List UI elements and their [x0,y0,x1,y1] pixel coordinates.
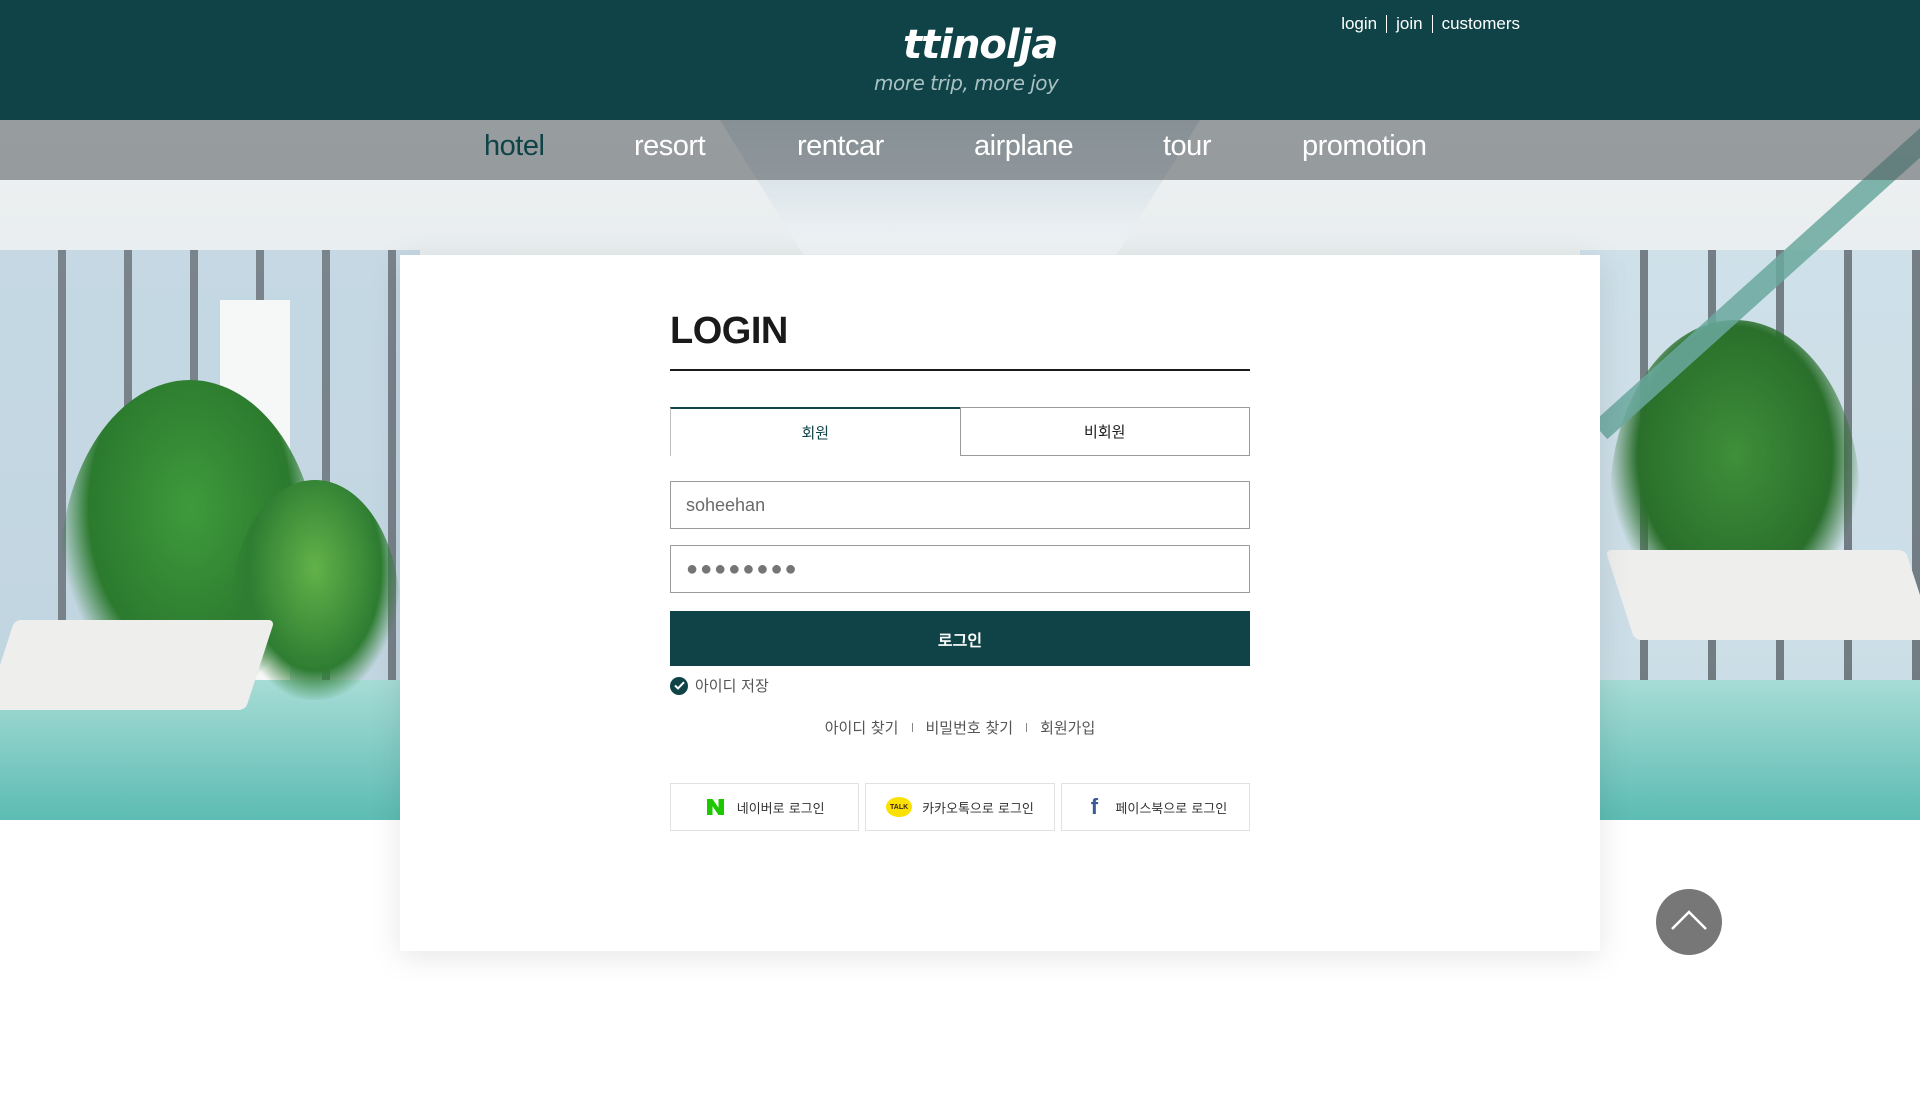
customers-link[interactable]: customers [1442,14,1520,34]
save-id-label: 아이디 저장 [695,677,769,695]
title-underline [670,369,1250,371]
tab-member[interactable]: 회원 [670,407,960,456]
scroll-top-button[interactable] [1656,889,1722,955]
chevron-up-icon [1670,909,1708,935]
kakao-icon: TALK [886,797,913,817]
login-type-tabs: 회원 비회원 [670,407,1250,456]
site-header: ttinolja more trip, more joy login join … [0,0,1920,120]
nav-item-promotion[interactable]: promotion [1302,130,1427,163]
site-tagline: more trip, more joy [874,71,1059,95]
divider [1386,15,1388,33]
facebook-login-label: 페이스북으로 로그인 [1115,801,1228,817]
social-login: 네이버로 로그인 TALK 카카오톡으로 로그인 f 페이스북으로 로그인 [670,783,1250,831]
signup-link[interactable]: 회원가입 [1040,717,1095,738]
facebook-icon: f [1090,794,1099,819]
nav-item-tour[interactable]: tour [1163,130,1211,163]
nav-item-resort[interactable]: resort [634,130,706,163]
facebook-login-button[interactable]: f 페이스북으로 로그인 [1060,783,1250,831]
account-help-links: 아이디 찾기 비밀번호 찾기 회원가입 [670,717,1250,738]
kakao-login-button[interactable]: TALK 카카오톡으로 로그인 [865,783,1055,831]
check-circle-icon [670,676,688,695]
user-id-input[interactable] [670,481,1250,529]
utility-links: login join customers [1341,14,1520,34]
naver-login-label: 네이버로 로그인 [736,801,825,817]
find-id-link[interactable]: 아이디 찾기 [825,717,899,738]
save-id-checkbox[interactable]: 아이디 저장 [670,675,769,696]
nav-item-airplane[interactable]: airplane [974,130,1074,163]
main-nav: hotel resort rentcar airplane tour promo… [0,120,1920,180]
divider [911,723,913,732]
page-title: LOGIN [670,310,788,352]
kakao-login-label: 카카오톡으로 로그인 [922,801,1034,817]
nav-item-hotel[interactable]: hotel [484,130,545,163]
naver-icon [705,797,727,817]
naver-login-button[interactable]: 네이버로 로그인 [670,783,860,831]
login-button[interactable]: 로그인 [670,611,1250,666]
find-password-link[interactable]: 비밀번호 찾기 [926,717,1014,738]
tab-guest[interactable]: 비회원 [959,407,1250,456]
divider [1431,15,1433,33]
hero-lounger [1605,550,1920,640]
nav-item-rentcar[interactable]: rentcar [797,130,884,163]
site-logo[interactable]: ttinolja [903,22,1058,68]
hero-lounger [0,620,275,710]
join-link[interactable]: join [1396,14,1422,34]
login-card: LOGIN 회원 비회원 로그인 아이디 저장 아이디 찾기 비밀번호 찾기 회… [400,255,1600,951]
divider [1026,723,1028,732]
login-link[interactable]: login [1341,14,1377,34]
password-input[interactable] [670,545,1250,593]
